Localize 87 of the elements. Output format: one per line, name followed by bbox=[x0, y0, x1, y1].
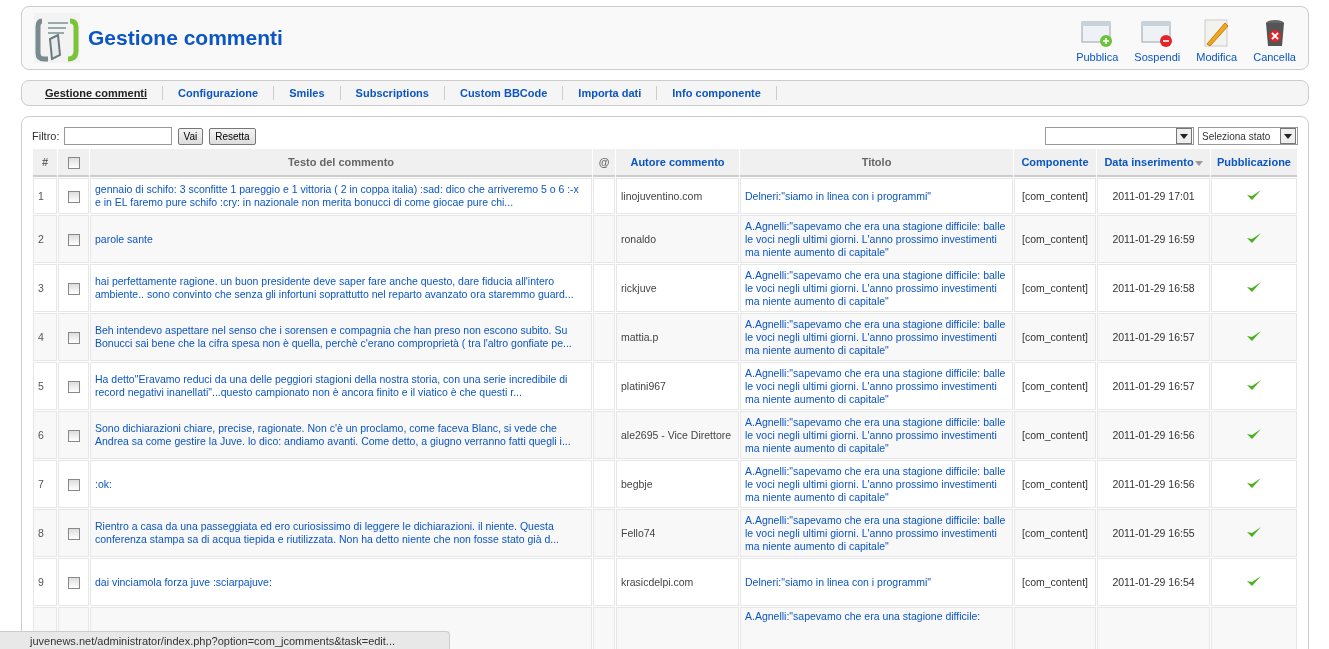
caret-icon bbox=[1284, 133, 1292, 139]
published-check-icon[interactable] bbox=[1246, 231, 1262, 244]
date-text: 2011-01-29 17:01 bbox=[1112, 189, 1195, 202]
window-minus-icon bbox=[1141, 19, 1174, 47]
date-text: 2011-01-29 16:57 bbox=[1112, 330, 1195, 343]
state-dropdown[interactable]: Seleziona stato bbox=[1198, 127, 1298, 145]
toolbar-button[interactable]: Sospendi bbox=[1128, 19, 1187, 63]
row-checkbox[interactable] bbox=[67, 380, 80, 393]
row-number: 6 bbox=[38, 428, 44, 441]
tab[interactable]: Subscriptions bbox=[340, 86, 445, 100]
component-name: [com_content] bbox=[1022, 477, 1088, 490]
author-name: mattia.p bbox=[621, 330, 659, 343]
row-number: 5 bbox=[38, 379, 44, 392]
toolbar-button[interactable]: Modifica bbox=[1190, 19, 1244, 63]
published-check-icon[interactable] bbox=[1246, 329, 1262, 342]
tab[interactable]: Smiles bbox=[274, 86, 341, 100]
component-dropdown[interactable] bbox=[1045, 127, 1194, 145]
component-name: [com_content] bbox=[1022, 330, 1088, 343]
tab[interactable]: Importa dati bbox=[563, 86, 658, 100]
author-name: platini967 bbox=[621, 379, 666, 392]
column-header: @ bbox=[593, 149, 615, 177]
date-text: 2011-01-29 16:56 bbox=[1112, 477, 1195, 490]
published-check-icon[interactable] bbox=[1246, 476, 1262, 489]
column-header: Testo del commento bbox=[90, 149, 592, 177]
tab[interactable]: Custom BBCode bbox=[444, 86, 564, 100]
select-all-checkbox[interactable] bbox=[67, 156, 80, 169]
filter-field[interactable] bbox=[63, 127, 172, 145]
component-name: [com_content] bbox=[1022, 526, 1088, 539]
row-checkbox[interactable] bbox=[67, 282, 80, 295]
published-check-icon[interactable] bbox=[1246, 574, 1262, 587]
published-check-icon[interactable] bbox=[1246, 378, 1262, 391]
caret-icon bbox=[1180, 133, 1188, 139]
row-number: 9 bbox=[38, 575, 44, 588]
logo-icon bbox=[34, 13, 80, 63]
date-text: 2011-01-29 16:59 bbox=[1112, 232, 1195, 245]
row-number: 3 bbox=[38, 281, 44, 294]
component-name: [com_content] bbox=[1022, 575, 1088, 588]
date-text: 2011-01-29 16:58 bbox=[1112, 281, 1195, 294]
filter-button[interactable]: Resetta bbox=[209, 127, 256, 145]
column-header[interactable]: Data inserimento bbox=[1097, 149, 1210, 177]
row-checkbox[interactable] bbox=[67, 429, 80, 442]
column-header[interactable]: Autore commento bbox=[616, 149, 739, 177]
author-name: ronaldo bbox=[621, 232, 657, 245]
component-name: [com_content] bbox=[1022, 189, 1088, 202]
row-number: 1 bbox=[38, 189, 44, 202]
column-header[interactable]: Componente bbox=[1014, 149, 1096, 177]
row-number: 4 bbox=[38, 330, 44, 343]
published-check-icon[interactable] bbox=[1246, 280, 1262, 293]
page-title: Gestione commenti bbox=[88, 26, 284, 50]
toolbar-button[interactable]: Cancella bbox=[1247, 19, 1302, 63]
component-name: [com_content] bbox=[1022, 428, 1088, 441]
author-name: ale2695 - Vice Direttore bbox=[621, 428, 732, 441]
row-checkbox[interactable] bbox=[67, 576, 80, 589]
filter-button[interactable]: Vai bbox=[177, 127, 204, 145]
row-checkbox[interactable] bbox=[67, 190, 80, 203]
date-text: 2011-01-29 16:55 bbox=[1112, 526, 1195, 539]
row-checkbox[interactable] bbox=[67, 233, 80, 246]
tab[interactable]: Info componente bbox=[657, 86, 777, 100]
component-name: [com_content] bbox=[1022, 379, 1088, 392]
date-text: 2011-01-29 16:57 bbox=[1112, 379, 1195, 392]
date-text: 2011-01-29 16:54 bbox=[1112, 575, 1195, 588]
component-name: [com_content] bbox=[1022, 281, 1088, 294]
published-check-icon[interactable] bbox=[1246, 427, 1262, 440]
author-name: Fello74 bbox=[621, 526, 656, 539]
published-check-icon[interactable] bbox=[1246, 188, 1262, 201]
row-number: 8 bbox=[38, 526, 44, 539]
row-checkbox[interactable] bbox=[67, 331, 80, 344]
row-checkbox[interactable] bbox=[67, 478, 80, 491]
row-number: 2 bbox=[38, 232, 44, 245]
author-name: linojuventino.com bbox=[621, 189, 703, 202]
filter-label: Filtro: bbox=[32, 130, 60, 142]
column-header: # bbox=[33, 149, 57, 177]
author-name: krasicdelpi.com bbox=[621, 575, 694, 588]
date-text: 2011-01-29 16:56 bbox=[1112, 428, 1195, 441]
row-checkbox[interactable] bbox=[67, 527, 80, 540]
row-number: 7 bbox=[38, 477, 44, 490]
tab[interactable]: Gestione commenti bbox=[30, 86, 164, 100]
column-header[interactable]: Pubblicazione bbox=[1211, 149, 1297, 177]
author-name: rickjuve bbox=[621, 281, 657, 294]
component-name: [com_content] bbox=[1022, 232, 1088, 245]
column-header: Titolo bbox=[740, 149, 1013, 177]
window-plus-icon bbox=[1081, 19, 1114, 47]
tab[interactable]: Configurazione bbox=[163, 86, 275, 100]
published-check-icon[interactable] bbox=[1246, 525, 1262, 538]
status-bar: juvenews.net/administrator/index.php?option=com_jcomments&task=edit... bbox=[0, 631, 450, 649]
toolbar-button[interactable]: Pubblica bbox=[1070, 19, 1125, 63]
author-name: begbje bbox=[621, 477, 653, 490]
